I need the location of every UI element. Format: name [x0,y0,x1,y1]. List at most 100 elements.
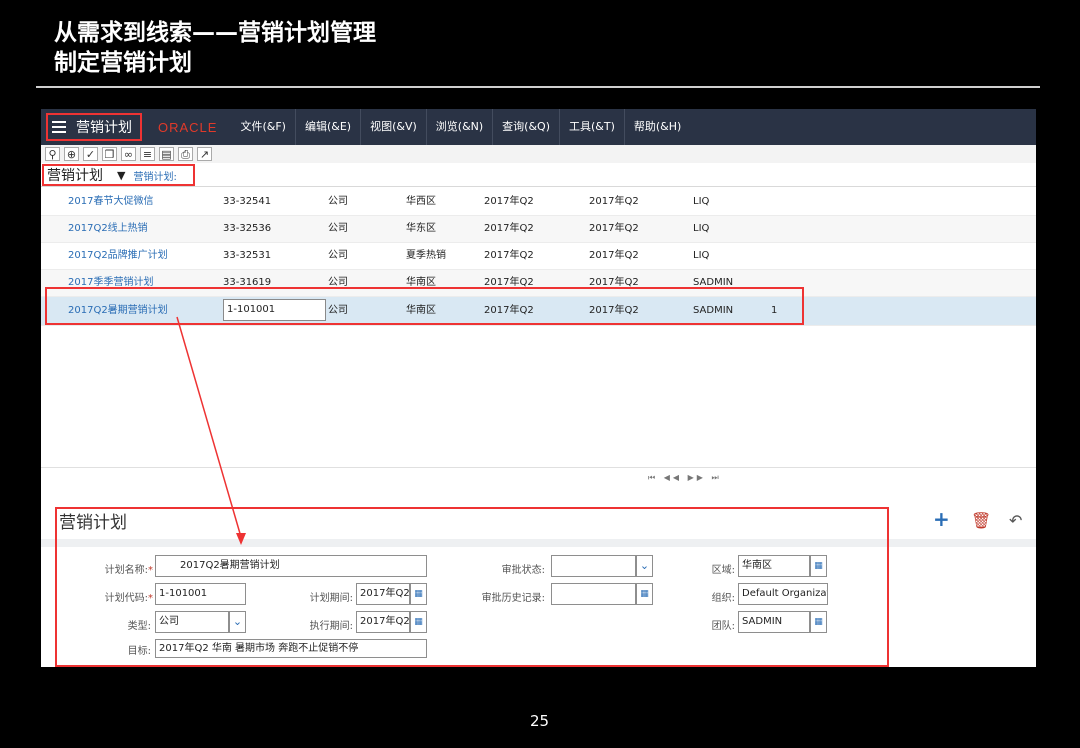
plan-code: 33-32531 [223,250,272,261]
plan-name-link[interactable]: 2017季季营销计划 [68,270,153,296]
form-separator [41,539,1036,547]
menu-help[interactable]: 帮助(&H) [623,109,690,145]
breadcrumb[interactable]: 营销计划: [133,168,176,183]
exec-period: 2017年Q2 [589,277,639,288]
pick-applet-icon[interactable]: ▦ [810,611,827,633]
print-icon[interactable]: ⎙ [178,147,193,161]
plan-code-label: 计划代码:* [104,593,153,604]
menu-navigate[interactable]: 浏览(&N) [425,109,492,145]
view-selector[interactable]: 营销计划 ▼ 营销计划: [42,164,195,186]
app-menu-button[interactable]: 营销计划 [46,113,142,141]
approval-history-field[interactable] [551,583,636,605]
plan-period: 2017年Q2 [484,196,534,207]
team-field[interactable]: SADMIN [738,611,810,633]
copy-icon[interactable]: ❐ [102,147,117,161]
plan-period: 2017年Q2 [484,277,534,288]
plan-type: 公司 [328,223,348,234]
type-select[interactable]: 公司 [155,611,229,633]
clipboard-check-icon[interactable]: ✓ [83,147,98,161]
undo-icon[interactable]: ↶ [1009,511,1022,530]
form-header: 营销计划 + 🗑 ↶ [41,503,1036,539]
plan-type: 公司 [328,250,348,261]
list-row[interactable]: 2017季季营销计划 33-31619 公司 华南区 2017年Q2 2017年… [41,270,1036,297]
list-row[interactable]: 2017春节大促微信 33-32541 公司 华西区 2017年Q2 2017年… [41,189,1036,216]
plan-type: 公司 [328,305,348,316]
plan-period: 2017年Q2 [484,250,534,261]
exec-period-field[interactable]: 2017年Q2 [356,611,410,633]
team-label: 团队: [711,621,735,632]
plan-owner: LIQ [693,223,710,234]
approval-status-select[interactable] [551,555,636,577]
plan-region: 夏季热销 [406,250,446,261]
list-row[interactable]: 2017Q2线上热销 33-32536 公司 华东区 2017年Q2 2017年… [41,216,1036,243]
slide-divider [36,86,1040,88]
oracle-logo: ORACLE [158,119,218,135]
list-row[interactable]: 2017Q2品牌推广计划 33-32531 公司 夏季热销 2017年Q2 20… [41,243,1036,270]
plan-owner: SADMIN [693,277,734,288]
plan-region: 华西区 [406,196,436,207]
type-label: 类型: [127,621,151,632]
target-icon[interactable]: ⊕ [64,147,79,161]
pick-applet-icon[interactable]: ▦ [636,583,653,605]
plan-region: 华南区 [406,305,436,316]
approval-history-label: 审批历史记录: [481,593,545,604]
goal-label: 目标: [127,646,151,657]
view-bar: 营销计划 ▼ 营销计划: [41,163,1036,187]
org-field[interactable]: Default Organization [738,583,828,605]
exec-period: 2017年Q2 [589,305,639,316]
plan-period-field[interactable]: 2017年Q2 [356,583,410,605]
link-icon[interactable]: ∞ [121,147,136,161]
plan-name-link[interactable]: 2017Q2线上热销 [68,216,148,242]
approval-status-label: 审批状态: [501,565,545,576]
page-number: 25 [530,712,550,730]
pick-applet-icon[interactable]: ▦ [810,555,827,577]
plan-code: 33-31619 [223,277,272,288]
pick-applet-icon[interactable]: ▦ [410,611,427,633]
plan-name-link[interactable]: 2017Q2暑期营销计划 [68,297,168,325]
region-field[interactable]: 华南区 [738,555,810,577]
plan-code: 33-32536 [223,223,272,234]
menu-tools[interactable]: 工具(&T) [559,109,624,145]
pick-applet-icon[interactable]: ▦ [410,583,427,605]
plan-name-field[interactable]: 2017Q2暑期营销计划 [155,555,427,577]
plan-type: 公司 [328,196,348,207]
exec-period: 2017年Q2 [589,196,639,207]
search-icon[interactable]: ⚲ [45,147,60,161]
goal-field[interactable]: 2017年Q2 华南 暑期市场 奔跑不止促销不停 [155,639,427,658]
plan-code-field[interactable]: 1-101001 [155,583,246,605]
document-icon[interactable]: ▤ [159,147,174,161]
plan-owner: LIQ [693,196,710,207]
plan-code: 33-32541 [223,196,272,207]
exec-period: 2017年Q2 [589,223,639,234]
plan-name-link[interactable]: 2017Q2品牌推广计划 [68,243,168,269]
exec-period-label: 执行期间: [309,621,353,632]
plan-period: 2017年Q2 [484,305,534,316]
caret-down-icon: ▼ [117,168,126,182]
app-name: 营销计划 [76,120,132,136]
pager-controls[interactable]: ⏮ ◀◀ ▶▶ ⏭ [648,473,722,483]
add-icon[interactable]: + [933,507,950,531]
menu-view[interactable]: 视图(&V) [360,109,426,145]
plan-type: 公司 [328,277,348,288]
slide-title-line1: 从需求到线索——营销计划管理 [54,20,376,46]
plan-region: 华东区 [406,223,436,234]
chevron-down-icon[interactable]: ⌄ [636,555,653,577]
list-row-selected[interactable]: 2017Q2暑期营销计划 1-101001 公司 华南区 2017年Q2 201… [41,297,1036,326]
slide-title: 从需求到线索——营销计划管理 制定营销计划 [54,18,376,78]
list-icon[interactable]: ≡ [140,147,155,161]
plan-name-link[interactable]: 2017春节大促微信 [68,189,153,215]
chart-icon[interactable]: ↗ [197,147,212,161]
plan-count: 1 [771,305,778,316]
chevron-down-icon[interactable]: ⌄ [229,611,246,633]
plan-owner: SADMIN [693,305,734,316]
plan-code-input[interactable]: 1-101001 [223,299,326,321]
menu-edit[interactable]: 编辑(&E) [294,109,360,145]
org-label: 组织: [711,593,735,604]
slide-title-line2: 制定营销计划 [54,50,192,76]
form-title: 营销计划 [59,513,127,533]
menu-query[interactable]: 查询(&Q) [492,109,559,145]
trash-icon[interactable]: 🗑 [971,511,991,530]
exec-period: 2017年Q2 [589,250,639,261]
menu-file[interactable]: 文件(&F) [231,109,295,145]
hamburger-icon [52,121,66,133]
